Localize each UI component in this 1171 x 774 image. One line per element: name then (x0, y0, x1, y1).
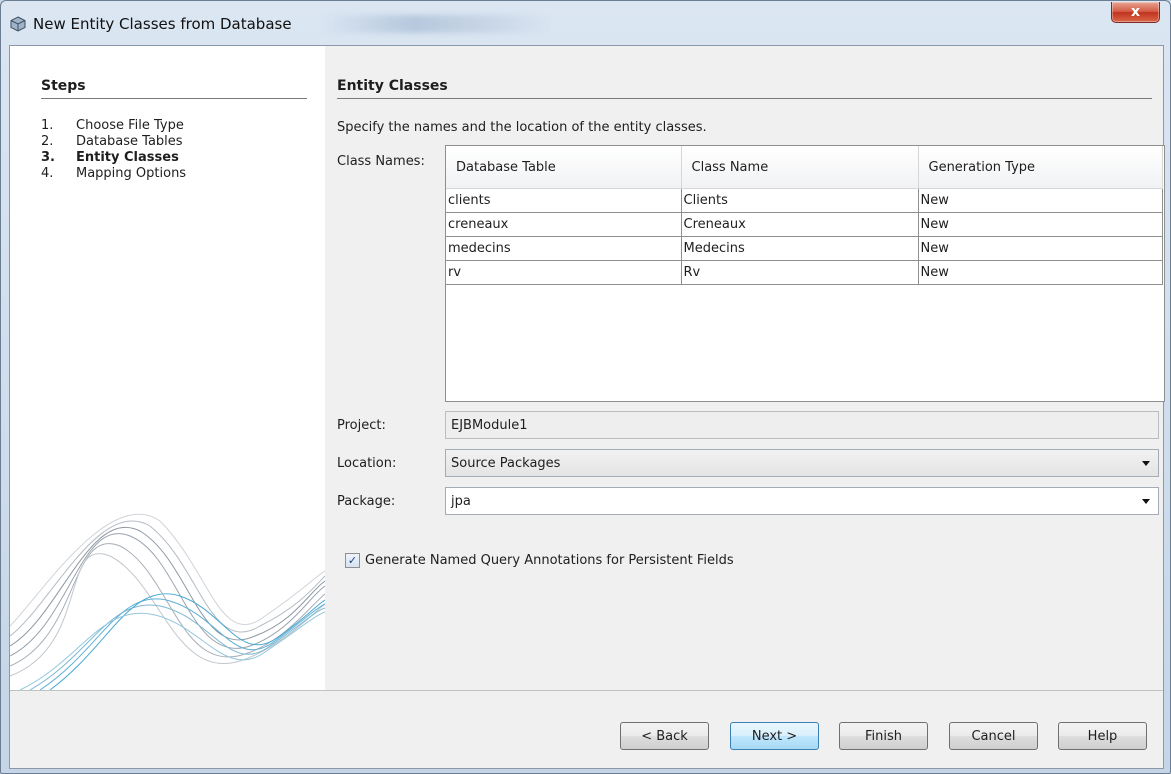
location-value: Source Packages (451, 455, 561, 471)
back-button[interactable]: < Back (620, 722, 709, 750)
main-panel: Entity Classes Specify the names and the… (325, 46, 1165, 690)
steps-list: 1. Choose File Type 2. Database Tables 3. E… (41, 118, 186, 182)
table-cell[interactable]: New (918, 236, 1163, 261)
package-combo[interactable]: jpa (445, 487, 1159, 515)
window-title: New Entity Classes from Database (33, 15, 292, 33)
step-item: 1. Choose File Type (41, 118, 184, 133)
named-query-option[interactable]: ✓ Generate Named Query Annotations for P… (345, 553, 734, 568)
finish-button[interactable]: Finish (839, 722, 928, 750)
column-header-class-name[interactable]: Class Name (681, 146, 919, 189)
chevron-down-icon[interactable] (1142, 461, 1150, 466)
netbeans-cube-icon (10, 16, 26, 32)
project-label: Project: (337, 418, 386, 433)
steps-title: Steps (41, 78, 86, 94)
column-header-generation-type[interactable]: Generation Type (918, 146, 1163, 189)
panel-title: Entity Classes (337, 78, 448, 94)
table-row[interactable]: medecins Medecins New (446, 236, 1163, 261)
wizard-window: New Entity Classes from Database x Steps… (0, 0, 1171, 774)
table-cell[interactable]: rv (446, 260, 682, 285)
project-field: EJBModule1 (445, 411, 1159, 439)
close-button[interactable]: x (1111, 2, 1160, 23)
steps-divider (41, 98, 307, 99)
table-cell[interactable]: medecins (446, 236, 682, 261)
close-icon: x (1130, 4, 1141, 20)
class-names-label: Class Names: (337, 154, 425, 169)
table-row[interactable]: creneaux Creneaux New (446, 212, 1163, 237)
panel-divider (337, 98, 1152, 99)
steps-panel: Steps 1. Choose File Type 2. Database Tabl… (10, 46, 325, 690)
table-cell[interactable]: New (918, 260, 1163, 285)
table-cell[interactable]: creneaux (446, 212, 682, 237)
step-item-current: 3. Entity Classes (41, 150, 179, 165)
decorative-waves-graphic (10, 513, 325, 690)
table-cell[interactable]: Creneaux (681, 212, 919, 237)
chevron-down-icon[interactable] (1142, 499, 1150, 504)
class-names-grid: Database Table Class Name Generation Typ… (446, 146, 1163, 285)
named-query-checkbox[interactable]: ✓ (345, 553, 360, 568)
table-cell[interactable]: New (918, 188, 1163, 213)
step-item: 2. Database Tables (41, 134, 183, 149)
project-value: EJBModule1 (451, 417, 528, 433)
checkmark-icon: ✓ (347, 554, 358, 567)
button-bar: < Back Next > Finish Cancel Help (10, 691, 1163, 768)
step-item: 4. Mapping Options (41, 166, 187, 181)
table-cell[interactable]: clients (446, 188, 682, 213)
next-button[interactable]: Next > (730, 722, 819, 750)
panel-description: Specify the names and the location of th… (337, 120, 707, 135)
help-button[interactable]: Help (1058, 722, 1147, 750)
column-header-database-table[interactable]: Database Table (446, 146, 682, 189)
title-blur (321, 15, 551, 33)
table-cell[interactable]: Medecins (681, 236, 919, 261)
package-label: Package: (337, 494, 396, 509)
location-select[interactable]: Source Packages (445, 449, 1159, 477)
location-label: Location: (337, 456, 397, 471)
table-row[interactable]: clients Clients New (446, 188, 1163, 213)
dialog-client-area: Steps 1. Choose File Type 2. Database Tabl… (9, 45, 1165, 769)
title-bar[interactable]: New Entity Classes from Database x (1, 1, 1170, 45)
named-query-checkbox-label[interactable]: Generate Named Query Annotations for Per… (365, 553, 734, 568)
package-value[interactable]: jpa (451, 494, 471, 509)
table-cell[interactable]: Clients (681, 188, 919, 213)
class-names-table[interactable]: Database Table Class Name Generation Typ… (445, 145, 1165, 402)
table-row[interactable]: rv Rv New (446, 260, 1163, 285)
cancel-button[interactable]: Cancel (949, 722, 1038, 750)
table-cell[interactable]: New (918, 212, 1163, 237)
table-cell[interactable]: Rv (681, 260, 919, 285)
